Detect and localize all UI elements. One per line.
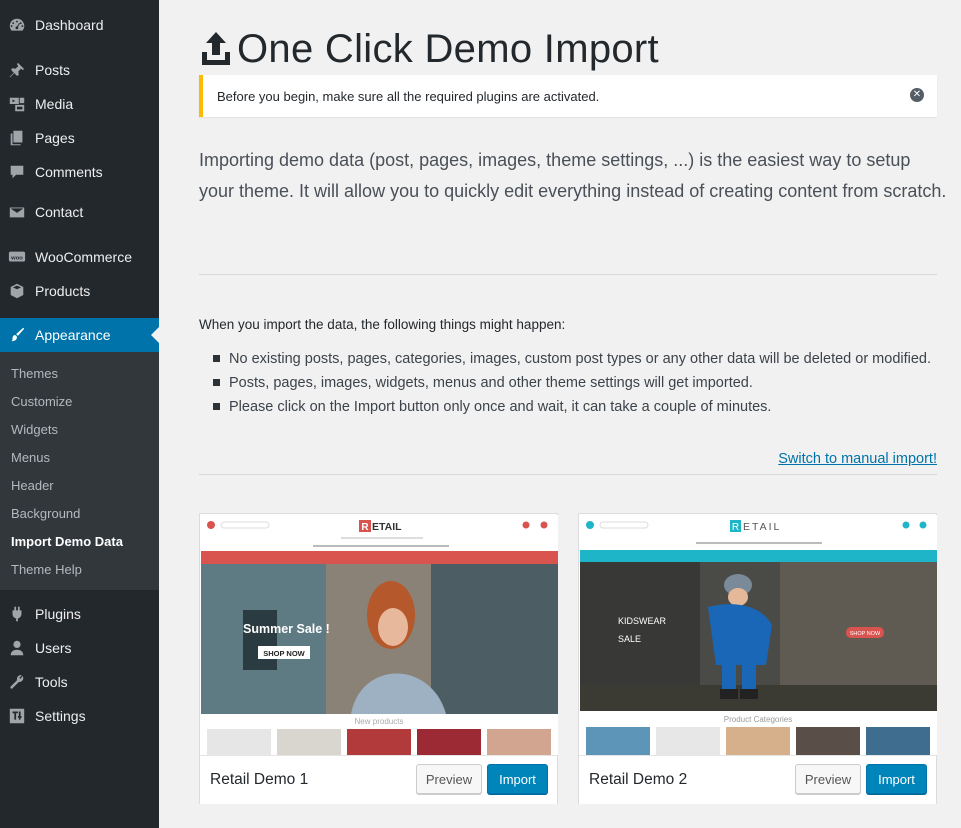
menu-users[interactable]: Users — [0, 631, 159, 665]
cube-icon — [7, 281, 27, 301]
preview-button[interactable]: Preview — [416, 764, 482, 794]
notice-text: Before you begin, make sure all the requ… — [217, 88, 600, 104]
media-icon — [7, 94, 27, 114]
info-heading: When you import the data, the following … — [199, 317, 566, 332]
menu-label: Tools — [35, 674, 68, 690]
shot-banner-subtitle: SALE — [618, 634, 641, 644]
mail-icon — [7, 202, 27, 222]
menu-posts[interactable]: Posts — [0, 53, 159, 87]
demo-screenshot: R ETAIL Summer Sale ! SHOP NOW New produ… — [201, 515, 558, 755]
menu-label: Settings — [35, 708, 86, 724]
menu-label: WooCommerce — [35, 249, 132, 265]
menu-label: Pages — [35, 130, 75, 146]
pushpin-icon — [7, 60, 27, 80]
divider — [199, 474, 937, 475]
menu-media[interactable]: Media — [0, 87, 159, 121]
menu-comments[interactable]: Comments — [0, 155, 159, 189]
submenu-themes[interactable]: Themes — [11, 364, 58, 384]
plugin-icon — [7, 604, 27, 624]
submenu-customize[interactable]: Customize — [11, 392, 72, 412]
dismiss-icon[interactable]: ✕ — [910, 88, 924, 102]
shot-logo-text: ETAIL — [372, 521, 402, 533]
comment-icon — [7, 162, 27, 182]
menu-label: Plugins — [35, 606, 81, 622]
page-heading: One Click Demo Import — [199, 22, 659, 76]
menu-label: Products — [35, 283, 91, 299]
menu-dashboard[interactable]: Dashboard — [0, 8, 159, 42]
menu-label: Contact — [35, 204, 84, 220]
svg-text:woo: woo — [10, 255, 23, 261]
admin-sidebar: Dashboard Posts Media Pages Comments Con… — [0, 0, 159, 828]
warning-notice: Before you begin, make sure all the requ… — [199, 75, 937, 117]
main-content: One Click Demo Import Before you begin, … — [159, 0, 961, 828]
shot-logo-r: R — [361, 522, 369, 533]
shot-banner-button: SHOP NOW — [263, 649, 305, 658]
menu-label: Appearance — [35, 327, 111, 343]
menu-pages[interactable]: Pages — [0, 121, 159, 155]
shot-banner-title: Summer Sale ! — [243, 622, 330, 636]
shot-logo-text: ETAIL — [743, 521, 781, 533]
menu-woocommerce[interactable]: woo WooCommerce — [0, 240, 159, 274]
menu-settings[interactable]: Settings — [0, 699, 159, 733]
demo-card-footer: Retail Demo 2 Preview Import — [579, 755, 936, 804]
menu-plugins[interactable]: Plugins — [0, 597, 159, 631]
shot-banner-title: KIDSWEAR — [618, 616, 667, 626]
submenu-header[interactable]: Header — [11, 476, 54, 496]
shot-banner-button: SHOP NOW — [850, 631, 881, 637]
info-list: No existing posts, pages, categories, im… — [213, 349, 933, 421]
menu-label: Dashboard — [35, 17, 104, 33]
dashboard-icon — [7, 15, 27, 35]
intro-text: Importing demo data (post, pages, images… — [199, 150, 947, 201]
submenu-widgets[interactable]: Widgets — [11, 420, 58, 440]
demo-card-1: R ETAIL Summer Sale ! SHOP NOW New produ… — [199, 513, 558, 804]
demo-card-footer: Retail Demo 1 Preview Import — [200, 755, 557, 804]
demo-name: Retail Demo 1 — [210, 771, 309, 788]
paintbrush-icon — [7, 325, 27, 345]
divider — [199, 274, 937, 275]
demo-card-2: R ETAIL KIDSWEAR SALE SHOP NOW Product C… — [578, 513, 937, 804]
page-title: One Click Demo Import — [237, 26, 659, 71]
shot-section-title: New products — [355, 717, 404, 726]
list-item: No existing posts, pages, categories, im… — [213, 349, 933, 369]
menu-label: Media — [35, 96, 74, 112]
submenu-menus[interactable]: Menus — [11, 448, 50, 468]
manual-import-link[interactable]: Switch to manual import! — [778, 451, 937, 467]
shot-section-title: Product Categories — [724, 715, 792, 724]
menu-label: Comments — [35, 164, 103, 180]
user-icon — [7, 638, 27, 658]
menu-label: Users — [35, 640, 72, 656]
demo-screenshot: R ETAIL KIDSWEAR SALE SHOP NOW Product C… — [580, 515, 937, 755]
import-button[interactable]: Import — [866, 764, 927, 794]
shot-logo-r: R — [732, 522, 739, 533]
woocommerce-icon: woo — [7, 247, 27, 267]
menu-appearance[interactable]: Appearance — [0, 318, 159, 352]
list-item: Please click on the Import button only o… — [213, 397, 933, 417]
upload-icon — [202, 32, 230, 65]
demo-name: Retail Demo 2 — [589, 771, 688, 788]
preview-button[interactable]: Preview — [795, 764, 861, 794]
menu-products[interactable]: Products — [0, 274, 159, 308]
submenu-theme-help[interactable]: Theme Help — [11, 560, 82, 580]
submenu-background[interactable]: Background — [11, 504, 80, 524]
wrench-icon — [7, 672, 27, 692]
list-item: Posts, pages, images, widgets, menus and… — [213, 373, 933, 393]
settings-icon — [7, 706, 27, 726]
pages-icon — [7, 128, 27, 148]
menu-label: Posts — [35, 62, 71, 78]
appearance-submenu: Themes Customize Widgets Menus Header Ba… — [0, 352, 159, 590]
submenu-import-demo-data[interactable]: Import Demo Data — [11, 532, 123, 552]
menu-contact[interactable]: Contact — [0, 195, 159, 229]
menu-tools[interactable]: Tools — [0, 665, 159, 699]
import-button[interactable]: Import — [487, 764, 548, 794]
